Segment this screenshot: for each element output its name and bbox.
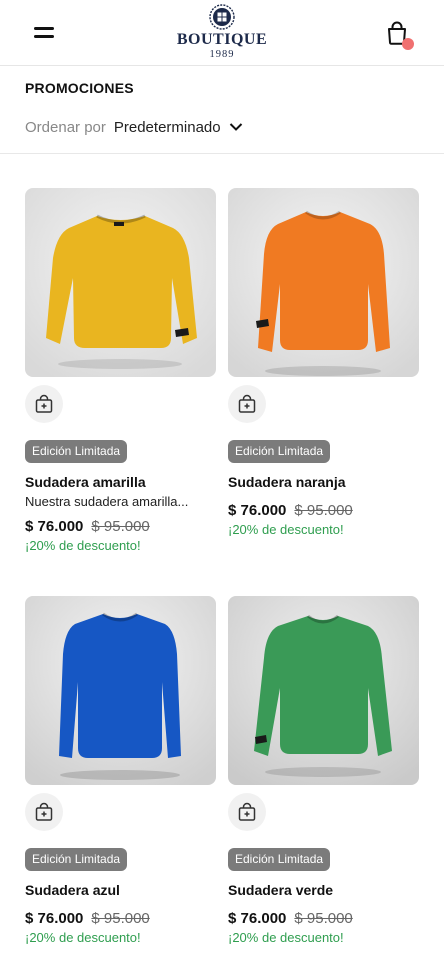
chevron-down-icon bbox=[229, 123, 242, 131]
product-name[interactable]: Sudadera amarilla bbox=[25, 474, 146, 490]
product-name[interactable]: Sudadera azul bbox=[25, 882, 120, 898]
product-old-price: $ 95.000 bbox=[91, 518, 150, 535]
bag-plus-icon bbox=[238, 394, 256, 413]
sort-dropdown[interactable]: Ordenar por Predeterminado bbox=[25, 117, 243, 137]
bag-plus-icon bbox=[238, 802, 256, 821]
discount-text: ¡20% de descuento! bbox=[25, 930, 141, 945]
product-price: $ 76.000 bbox=[25, 910, 84, 927]
product-old-price: $ 95.000 bbox=[294, 502, 353, 519]
discount-text: ¡20% de descuento! bbox=[228, 522, 344, 537]
menu-line bbox=[34, 27, 54, 30]
add-to-cart-button[interactable] bbox=[228, 793, 266, 831]
discount-text: ¡20% de descuento! bbox=[25, 538, 141, 553]
limited-edition-badge: Edición Limitada bbox=[25, 440, 128, 463]
product-image[interactable] bbox=[228, 188, 419, 377]
price-row: $ 76.000 $ 95.000 bbox=[228, 502, 353, 519]
product-image[interactable] bbox=[25, 188, 216, 377]
product-card[interactable]: Edición Limitada Sudadera verde $ 76.000… bbox=[228, 596, 419, 951]
brand-year: 1989 bbox=[209, 49, 235, 60]
menu-line bbox=[34, 35, 54, 38]
sort-selected-value: Predeterminado bbox=[113, 118, 221, 136]
bag-plus-icon bbox=[35, 802, 53, 821]
product-image[interactable] bbox=[25, 596, 216, 785]
discount-text: ¡20% de descuento! bbox=[228, 930, 344, 945]
hamburger-menu-icon[interactable] bbox=[34, 26, 54, 40]
brand-name: BOUTIQUE bbox=[176, 31, 268, 48]
product-price: $ 76.000 bbox=[25, 518, 84, 535]
product-description: Nuestra sudadera amarilla... bbox=[25, 494, 189, 509]
product-old-price: $ 95.000 bbox=[91, 910, 150, 927]
brand-logo[interactable]: BOUTIQUE 1989 bbox=[172, 4, 272, 62]
product-card[interactable]: Edición Limitada Sudadera amarilla Nuest… bbox=[25, 188, 216, 558]
limited-edition-badge: Edición Limitada bbox=[228, 440, 331, 463]
sweatshirt-image bbox=[228, 188, 419, 377]
app-header: BOUTIQUE 1989 bbox=[0, 0, 444, 66]
cart-notification-dot bbox=[402, 38, 414, 50]
product-name[interactable]: Sudadera naranja bbox=[228, 474, 346, 490]
bag-plus-icon bbox=[35, 394, 53, 413]
section-title: PROMOCIONES bbox=[25, 80, 134, 96]
price-row: $ 76.000 $ 95.000 bbox=[25, 910, 150, 927]
logo-emblem-icon bbox=[209, 4, 235, 30]
add-to-cart-button[interactable] bbox=[25, 385, 63, 423]
limited-edition-badge: Edición Limitada bbox=[228, 848, 331, 871]
product-old-price: $ 95.000 bbox=[294, 910, 353, 927]
divider bbox=[0, 153, 444, 154]
sweatshirt-image bbox=[25, 596, 216, 785]
product-name[interactable]: Sudadera verde bbox=[228, 882, 333, 898]
add-to-cart-button[interactable] bbox=[25, 793, 63, 831]
price-row: $ 76.000 $ 95.000 bbox=[25, 518, 150, 535]
product-card[interactable]: Edición Limitada Sudadera azul $ 76.000 … bbox=[25, 596, 216, 951]
limited-edition-badge: Edición Limitada bbox=[25, 848, 128, 871]
sweatshirt-image bbox=[228, 596, 419, 785]
add-to-cart-button[interactable] bbox=[228, 385, 266, 423]
price-row: $ 76.000 $ 95.000 bbox=[228, 910, 353, 927]
product-price: $ 76.000 bbox=[228, 502, 287, 519]
sweatshirt-image bbox=[25, 188, 216, 377]
product-price: $ 76.000 bbox=[228, 910, 287, 927]
sort-label: Ordenar por bbox=[25, 118, 106, 136]
product-card[interactable]: Edición Limitada Sudadera naranja $ 76.0… bbox=[228, 188, 419, 558]
product-image[interactable] bbox=[228, 596, 419, 785]
